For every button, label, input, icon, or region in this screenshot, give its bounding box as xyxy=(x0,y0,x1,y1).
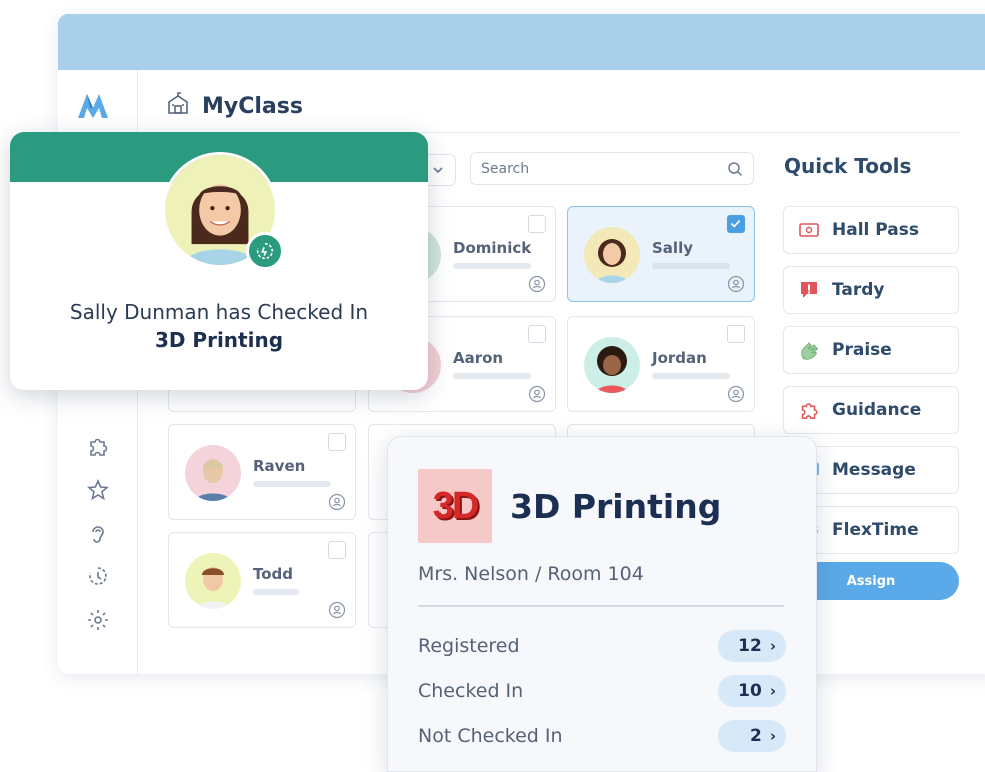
student-name: Todd xyxy=(253,565,294,583)
person-icon[interactable] xyxy=(727,385,745,403)
stat-value: 10 xyxy=(738,681,762,701)
select-checkbox[interactable] xyxy=(328,541,346,559)
notification-message: Sally Dunman has Checked In xyxy=(69,300,369,324)
select-checkbox[interactable] xyxy=(528,215,546,233)
class-card-divider xyxy=(418,605,784,607)
chevron-right-icon: › xyxy=(769,682,776,700)
placeholder-bar xyxy=(652,263,730,269)
quick-tools-title: Quick Tools xyxy=(784,154,912,178)
ear-icon[interactable] xyxy=(86,522,110,546)
search-input[interactable]: Search xyxy=(470,152,754,185)
stat-row-not-checked-in: Not Checked In 2 › xyxy=(418,719,786,753)
tool-label: FlexTime xyxy=(832,520,919,540)
person-icon[interactable] xyxy=(328,493,346,511)
person-icon[interactable] xyxy=(727,275,745,293)
class-logo: 3D xyxy=(418,469,492,543)
ticket-icon xyxy=(799,223,819,237)
checkin-notification: Sally Dunman has Checked In 3D Printing xyxy=(10,132,428,390)
stat-pill[interactable]: 2 › xyxy=(718,720,786,752)
select-checkbox[interactable] xyxy=(727,215,745,233)
puzzle-icon[interactable] xyxy=(86,434,110,458)
stat-value: 12 xyxy=(738,636,762,656)
page-header: MyClass xyxy=(166,92,303,120)
search-icon[interactable] xyxy=(727,161,743,177)
student-card-raven[interactable]: Raven xyxy=(168,424,356,520)
placeholder-bar xyxy=(253,589,299,595)
class-detail-card: 3D 3D Printing Mrs. Nelson / Room 104 Re… xyxy=(387,436,817,772)
gear-icon[interactable] xyxy=(86,608,110,632)
notification-class-name: 3D Printing xyxy=(154,328,284,352)
avatar xyxy=(185,445,241,501)
chevron-down-icon xyxy=(432,167,443,174)
chevron-right-icon: › xyxy=(769,637,776,655)
avatar xyxy=(185,553,241,609)
avatar xyxy=(584,227,640,283)
alert-icon xyxy=(801,282,817,298)
person-icon[interactable] xyxy=(528,385,546,403)
placeholder-bar xyxy=(253,481,331,487)
stat-pill[interactable]: 12 › xyxy=(718,630,786,662)
tool-praise[interactable]: Praise xyxy=(783,326,959,374)
search-placeholder: Search xyxy=(481,160,530,177)
student-card-sally[interactable]: Sally xyxy=(567,206,755,302)
tool-label: Guidance xyxy=(832,400,922,420)
tool-label: Message xyxy=(832,460,916,480)
person-icon[interactable] xyxy=(328,601,346,619)
placeholder-bar xyxy=(453,373,531,379)
tool-label: Tardy xyxy=(832,280,885,300)
student-card-jordan[interactable]: Jordan xyxy=(567,316,755,412)
school-icon xyxy=(166,92,190,120)
class-teacher-room: Mrs. Nelson / Room 104 xyxy=(418,563,644,585)
tool-hall-pass[interactable]: Hall Pass xyxy=(783,206,959,254)
tool-guidance[interactable]: Guidance xyxy=(783,386,959,434)
select-checkbox[interactable] xyxy=(328,433,346,451)
star-icon[interactable] xyxy=(86,478,110,502)
puzzle-icon xyxy=(801,403,818,420)
stat-label: Checked In xyxy=(418,680,524,702)
student-name: Aaron xyxy=(453,349,504,367)
placeholder-bar xyxy=(652,373,730,379)
student-name: Dominick xyxy=(453,239,532,257)
student-name: Raven xyxy=(253,457,306,475)
stat-row-registered: Registered 12 › xyxy=(418,629,786,663)
select-checkbox[interactable] xyxy=(727,325,745,343)
flextime-badge-icon xyxy=(246,232,284,270)
student-name: Sally xyxy=(652,239,693,257)
stat-row-checked-in: Checked In 10 › xyxy=(418,674,786,708)
class-title: 3D Printing xyxy=(510,487,722,526)
checkmark-icon xyxy=(730,220,741,228)
placeholder-bar xyxy=(453,263,531,269)
stat-label: Registered xyxy=(418,635,520,657)
tool-label: Hall Pass xyxy=(832,220,919,240)
top-bar xyxy=(58,14,985,70)
avatar xyxy=(584,337,640,393)
student-card-todd[interactable]: Todd xyxy=(168,532,356,628)
stat-value: 2 xyxy=(749,726,762,746)
student-name: Jordan xyxy=(652,349,707,367)
stat-label: Not Checked In xyxy=(418,725,563,747)
flextime-icon[interactable] xyxy=(86,564,110,588)
chevron-right-icon: › xyxy=(769,727,776,745)
tool-label: Praise xyxy=(832,340,892,360)
stat-pill[interactable]: 10 › xyxy=(718,675,786,707)
class-logo-text: 3D xyxy=(432,484,480,527)
tool-tardy[interactable]: Tardy xyxy=(783,266,959,314)
page-title: MyClass xyxy=(202,93,303,119)
select-checkbox[interactable] xyxy=(528,325,546,343)
person-icon[interactable] xyxy=(528,275,546,293)
app-logo[interactable] xyxy=(78,90,114,120)
clap-icon xyxy=(801,342,819,360)
